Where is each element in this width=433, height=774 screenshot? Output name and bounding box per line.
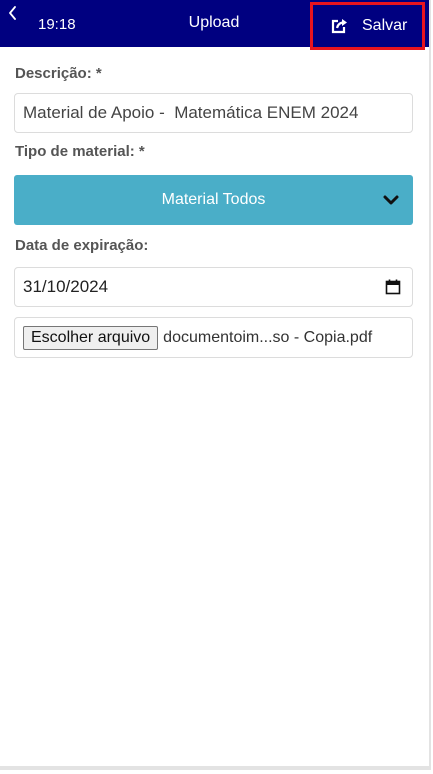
status-time: 19:18 [38, 16, 76, 33]
chevron-down-icon [382, 191, 400, 209]
material-type-value: Material Todos [161, 191, 266, 208]
expiration-date-value: 31/10/2024 [23, 277, 109, 296]
description-label: Descrição: * [15, 65, 102, 82]
upload-screen: 19:18 Upload Salvar Descrição: * Tipo de… [0, 0, 431, 770]
back-button[interactable] [5, 4, 21, 22]
share-export-icon [330, 17, 348, 35]
top-navbar: 19:18 Upload Salvar [0, 0, 429, 50]
selected-file-name: documentoim...so - Copia.pdf [163, 328, 373, 346]
material-type-label: Tipo de material: * [15, 143, 145, 160]
save-label: Salvar [362, 17, 408, 34]
choose-file-button[interactable]: Escolher arquivo [23, 325, 159, 350]
calendar-icon[interactable] [385, 279, 401, 295]
description-input[interactable] [14, 93, 413, 133]
expiration-label: Data de expiração: [15, 237, 149, 254]
page-title: Upload [188, 14, 240, 31]
save-button[interactable]: Salvar [310, 2, 425, 50]
material-type-select[interactable]: Material Todos [14, 175, 413, 225]
file-upload-field: Escolher arquivo documentoim...so - Copi… [14, 317, 413, 358]
expiration-date-input[interactable]: 31/10/2024 [14, 267, 413, 307]
chevron-left-icon [9, 6, 16, 20]
